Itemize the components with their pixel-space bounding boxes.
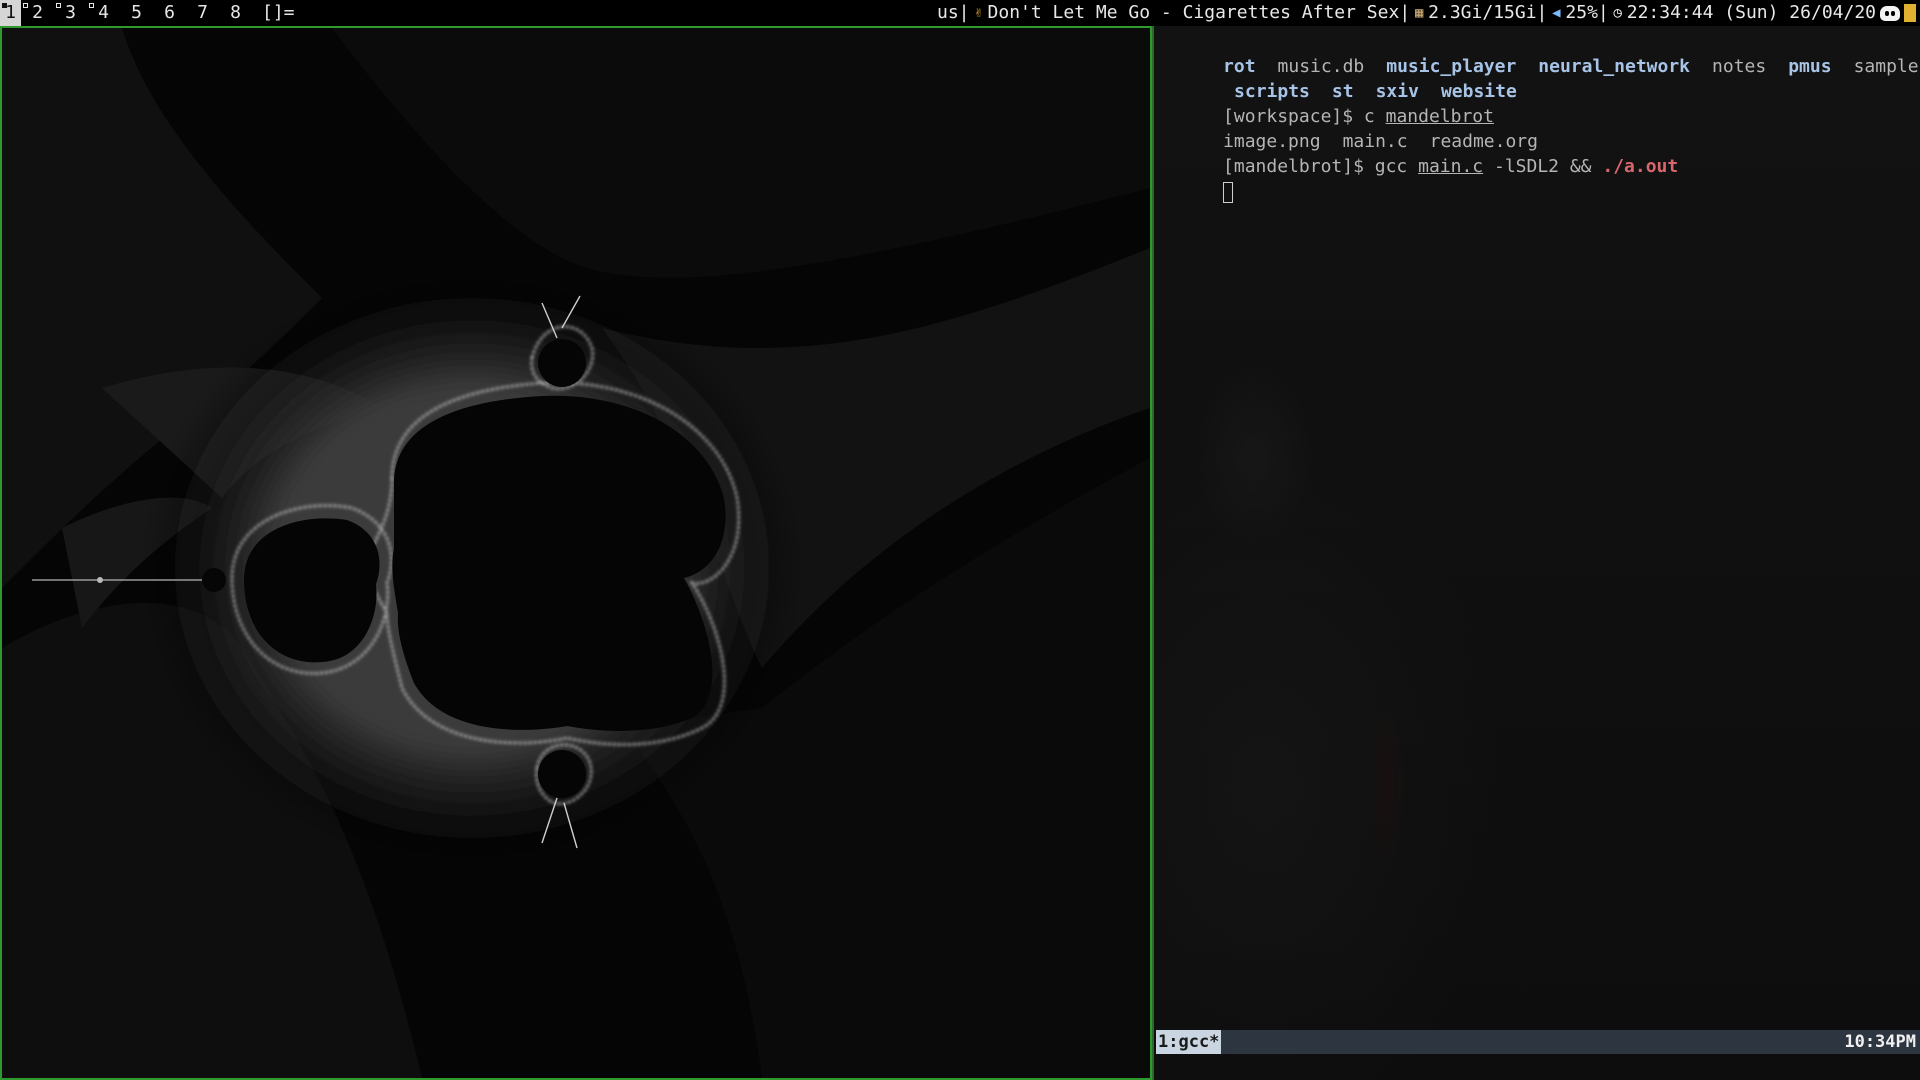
mandelbrot-render bbox=[2, 28, 1150, 1078]
now-playing: Don't Let Me Go - Cigarettes After Sex bbox=[987, 2, 1400, 23]
discord-icon[interactable] bbox=[1880, 5, 1900, 21]
wallpaper-background bbox=[1154, 26, 1920, 1080]
ls-entry-file: image.png bbox=[1223, 131, 1321, 152]
occupied-indicator bbox=[23, 3, 28, 8]
memory-usage: 2.3Gi/15Gi bbox=[1428, 2, 1537, 23]
occupied-indicator bbox=[89, 3, 94, 8]
clock-icon: ◷ bbox=[1613, 5, 1622, 21]
ls-output-row: rot music.db music_player neural_network not… bbox=[1158, 29, 1920, 77]
tag-label: 8 bbox=[230, 2, 241, 23]
status-area: us | ✌ Don't Let Me Go - Cigarettes After … bbox=[937, 0, 1920, 26]
terminal-output: rot music.db music_player neural_network not… bbox=[1158, 29, 1920, 203]
speaker-icon: ◀ bbox=[1552, 5, 1561, 21]
command-flags: -lSDL2 && bbox=[1493, 156, 1592, 177]
tag-7[interactable]: 7 bbox=[186, 0, 219, 26]
terminal-cursor bbox=[1223, 181, 1234, 203]
separator: | bbox=[1536, 2, 1548, 23]
tag-label: 5 bbox=[131, 2, 142, 23]
tag-4[interactable]: 4 bbox=[87, 0, 120, 26]
ls-entry-file: readme.org bbox=[1429, 131, 1538, 152]
ls-entry-dir: neural_network bbox=[1538, 56, 1691, 77]
tag-6[interactable]: 6 bbox=[153, 0, 186, 26]
keyboard-layout: us bbox=[936, 2, 959, 23]
occupied-indicator bbox=[2, 3, 7, 8]
workspace-tags: 1 2 3 4 5 6 7 8 bbox=[0, 0, 252, 26]
tag-label: 3 bbox=[65, 2, 76, 23]
tag-3[interactable]: 3 bbox=[54, 0, 87, 26]
tag-label: 7 bbox=[197, 2, 208, 23]
ls-entry-dir: scripts bbox=[1234, 81, 1310, 102]
tag-label: 2 bbox=[32, 2, 43, 23]
ls-entry-file: music.db bbox=[1277, 56, 1365, 77]
tag-1[interactable]: 1 bbox=[0, 0, 21, 26]
mandelbrot-window[interactable] bbox=[0, 26, 1152, 1080]
ls-entry-file: main.c bbox=[1342, 131, 1408, 152]
volume-level: 25% bbox=[1565, 2, 1598, 23]
clock: 22:34:44 (Sun) 26/04/20 bbox=[1626, 2, 1876, 23]
command-arg: mandelbrot bbox=[1385, 106, 1494, 127]
separator: | bbox=[1597, 2, 1609, 23]
ls-entry-dir: st bbox=[1331, 81, 1354, 102]
top-bar: 1 2 3 4 5 6 7 8 []= us | ✌ Don't Let Me Go… bbox=[0, 0, 1920, 26]
occupied-indicator bbox=[56, 3, 61, 8]
ls-entry-file: sample.txt bbox=[1853, 56, 1920, 77]
command-name: c bbox=[1363, 106, 1375, 127]
ls-entry-dir: music_player bbox=[1386, 56, 1517, 77]
separator: | bbox=[1399, 2, 1411, 23]
separator: | bbox=[958, 2, 970, 23]
battery-icon bbox=[1904, 4, 1916, 22]
ram-icon: ▦ bbox=[1414, 5, 1424, 21]
terminal-window[interactable]: rot music.db music_player neural_network not… bbox=[1152, 26, 1920, 1080]
tag-2[interactable]: 2 bbox=[21, 0, 54, 26]
tmux-window-tab[interactable]: 1:gcc* bbox=[1156, 1030, 1222, 1054]
command-exec: ./a.out bbox=[1602, 156, 1679, 177]
shell-prompt: [workspace]$ bbox=[1223, 106, 1364, 127]
tag-8[interactable]: 8 bbox=[219, 0, 252, 26]
tag-5[interactable]: 5 bbox=[120, 0, 153, 26]
command-file-arg: main.c bbox=[1418, 156, 1484, 177]
ls-entry-dir: sxiv bbox=[1375, 81, 1419, 102]
ls-entry-dir: pmus bbox=[1788, 56, 1832, 77]
ls-entry-dir: rot bbox=[1223, 56, 1256, 77]
layout-symbol[interactable]: []= bbox=[262, 0, 295, 26]
rock-hand-icon: ✌ bbox=[974, 5, 983, 21]
tmux-clock: 10:34PM bbox=[1844, 1032, 1916, 1052]
ls-entry-dir: website bbox=[1440, 81, 1517, 102]
shell-prompt: [mandelbrot]$ bbox=[1223, 156, 1375, 177]
tmux-status-bar: 1:gcc* 10:34PM bbox=[1156, 1030, 1920, 1054]
tag-label: 6 bbox=[164, 2, 175, 23]
command-name: gcc bbox=[1374, 156, 1408, 177]
tag-label: 4 bbox=[98, 2, 109, 23]
ls-entry-file: notes bbox=[1712, 56, 1767, 77]
